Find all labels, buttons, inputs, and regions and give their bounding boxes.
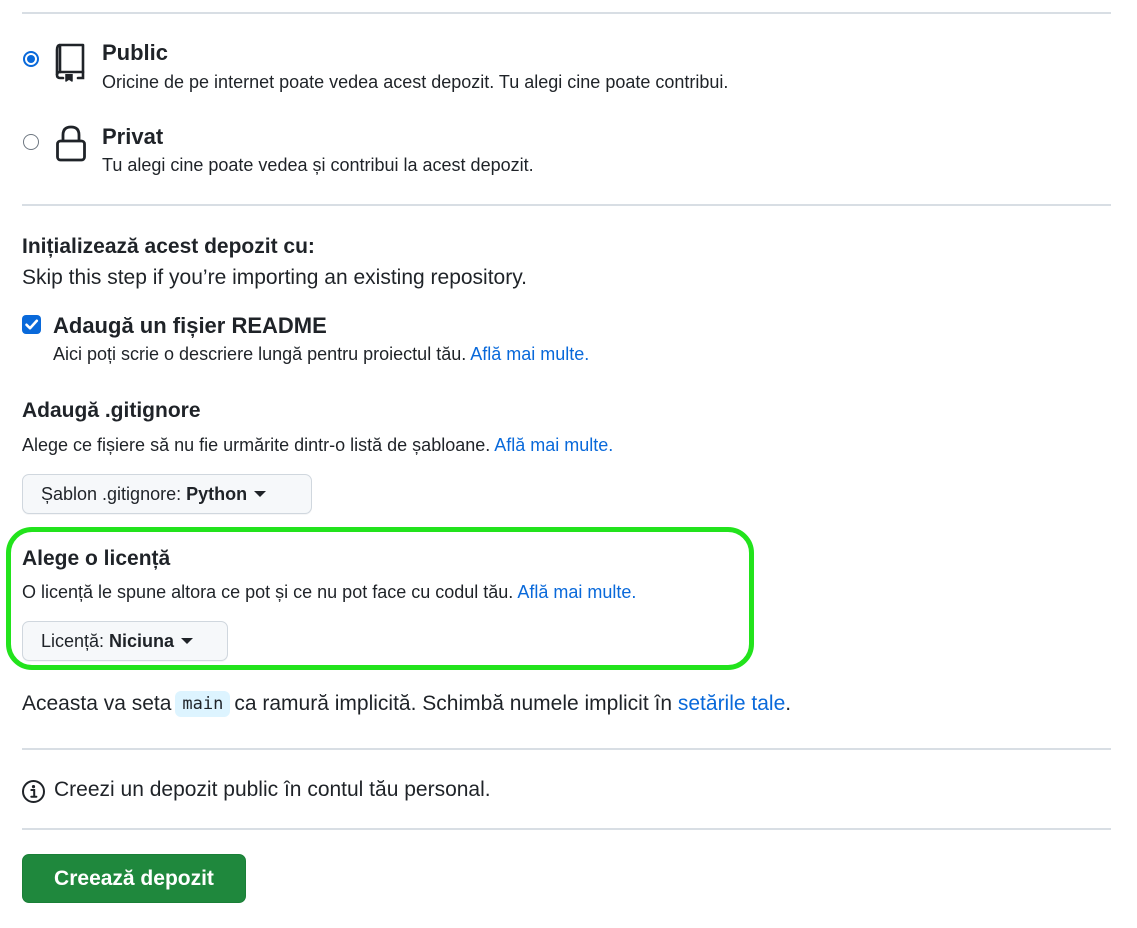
- check-icon: [25, 319, 39, 330]
- private-title: Privat: [102, 124, 164, 149]
- branch-text-end: .: [785, 692, 792, 715]
- create-repository-button[interactable]: Creează depozit: [22, 854, 246, 903]
- branch-text-before: Aceasta va seta: [22, 692, 172, 715]
- readme-description-line: Aici poți scrie o descriere lungă pentru…: [53, 344, 589, 365]
- divider: [22, 748, 1111, 750]
- license-heading: Alege o licență: [22, 547, 171, 570]
- gitignore-description-line: Alege ce fișiere să nu fie urmărite dint…: [22, 435, 613, 456]
- private-radio[interactable]: [23, 134, 39, 150]
- private-description: Tu alegi cine poate vedea și contribui l…: [102, 155, 534, 175]
- branch-text-after: ca ramură implicită. Schimbă numele impl…: [234, 692, 673, 715]
- license-select-button[interactable]: Licență: Niciuna: [22, 621, 228, 661]
- divider: [22, 828, 1111, 830]
- license-description-line: O licență le spune altora ce pot și ce n…: [22, 582, 636, 603]
- caret-down-icon: [181, 638, 194, 644]
- gitignore-description: Alege ce fișiere să nu fie urmărite dint…: [22, 435, 491, 455]
- public-description: Oricine de pe internet poate vedea acest…: [102, 72, 729, 92]
- gitignore-heading: Adaugă .gitignore: [22, 399, 201, 422]
- readme-learn-more-link[interactable]: Află mai multe.: [470, 344, 589, 364]
- notice-text: Creezi un depozit public în contul tău p…: [54, 778, 491, 801]
- default-branch-line: Aceasta va seta main ca ramură implicită. …: [22, 691, 791, 717]
- license-button-value: Niciuna: [109, 630, 175, 651]
- gitignore-learn-more-link[interactable]: Află mai multe.: [494, 435, 613, 455]
- readme-label: Adaugă un fișier README: [53, 313, 327, 338]
- public-title: Public: [102, 40, 169, 65]
- settings-link[interactable]: setările tale: [678, 692, 785, 715]
- init-subtitle: Skip this step if you’re importing an ex…: [22, 266, 528, 289]
- readme-checkbox[interactable]: [22, 315, 41, 334]
- divider: [22, 204, 1111, 206]
- repo-icon: [55, 43, 85, 82]
- gitignore-template-button[interactable]: Șablon .gitignore: Python: [22, 474, 312, 514]
- gitignore-button-value: Python: [186, 483, 248, 504]
- init-heading: Inițializează acest depozit cu:: [22, 235, 315, 258]
- lock-icon: [56, 125, 86, 162]
- caret-down-icon: [254, 491, 267, 497]
- license-button-prefix: Licență:: [41, 630, 105, 651]
- gitignore-button-prefix: Șablon .gitignore:: [41, 483, 182, 504]
- branch-name-code: main: [175, 691, 231, 717]
- readme-description: Aici poți scrie o descriere lungă pentru…: [53, 344, 467, 364]
- license-description: O licență le spune altora ce pot și ce n…: [22, 582, 514, 602]
- license-learn-more-link[interactable]: Află mai multe.: [517, 582, 636, 602]
- public-radio[interactable]: [23, 51, 39, 67]
- top-divider: [22, 12, 1111, 14]
- info-icon: [22, 780, 45, 803]
